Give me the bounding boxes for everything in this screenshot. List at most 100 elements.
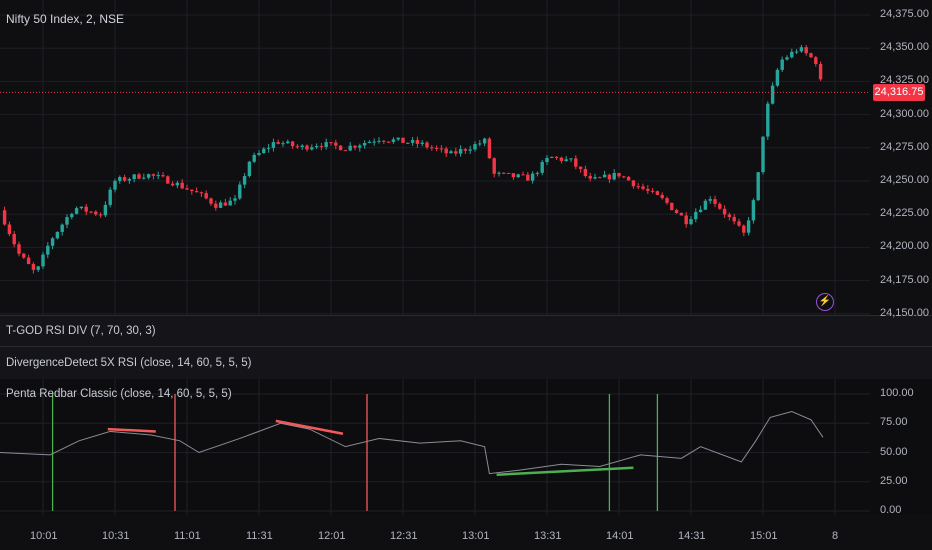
price-axis-label: 24,325.00 <box>880 74 929 87</box>
candle <box>727 214 732 218</box>
candle <box>574 158 578 167</box>
time-axis-label: 11:31 <box>246 530 273 542</box>
candle <box>276 142 280 144</box>
candle <box>684 215 688 225</box>
candle <box>60 224 64 232</box>
candle <box>223 202 228 206</box>
candle <box>146 174 151 178</box>
candle <box>348 145 352 151</box>
candle <box>266 147 271 149</box>
candle <box>17 244 21 254</box>
pane-tgod-rsi-div[interactable]: T-GOD RSI DIV (7, 70, 30, 3) <box>0 315 932 347</box>
candle <box>343 150 348 152</box>
candle <box>511 173 516 178</box>
candle <box>458 149 463 154</box>
candle <box>122 177 127 181</box>
lightning-icon[interactable]: ⚡ <box>816 293 834 311</box>
candle <box>578 166 583 170</box>
price-axis-label: 24,150.00 <box>880 306 929 319</box>
candle <box>161 175 165 177</box>
candle <box>516 174 520 178</box>
candle <box>559 157 564 161</box>
candle <box>790 51 794 58</box>
candle <box>689 219 693 225</box>
candle <box>506 172 511 174</box>
candle <box>703 200 708 210</box>
candle <box>286 141 290 144</box>
candle <box>554 156 559 158</box>
candle <box>334 142 338 146</box>
candle <box>214 203 218 208</box>
candle <box>670 202 674 211</box>
candle <box>142 177 146 179</box>
time-axis-label: 15:01 <box>750 530 778 542</box>
candle <box>468 149 472 151</box>
candle <box>329 142 333 144</box>
candle <box>132 174 136 180</box>
price-axis-label: 24,200.00 <box>880 240 929 253</box>
indicator-label[interactable]: T-GOD RSI DIV (7, 70, 30, 3) <box>6 325 156 337</box>
candle <box>113 180 117 190</box>
candle <box>271 142 276 148</box>
candle <box>295 146 300 148</box>
candle <box>55 231 60 239</box>
candle <box>612 173 616 180</box>
pane-divergence-detect[interactable]: DivergenceDetect 5X RSI (close, 14, 60, … <box>0 346 932 379</box>
candle <box>228 200 232 206</box>
candle <box>439 148 444 150</box>
candle <box>583 169 588 177</box>
candle <box>434 147 439 149</box>
candle <box>593 177 597 179</box>
candle <box>175 182 180 186</box>
current-price-badge: 24,316.75 <box>873 84 925 101</box>
candle <box>358 145 362 148</box>
candle <box>170 183 175 186</box>
time-axis-label: 12:31 <box>390 530 418 542</box>
candle <box>809 53 813 58</box>
candle <box>598 177 602 179</box>
candle <box>804 47 808 54</box>
candle <box>118 177 122 181</box>
price-chart[interactable] <box>0 0 932 550</box>
candle <box>319 146 324 148</box>
candle <box>622 176 626 178</box>
candle <box>626 176 631 181</box>
candle <box>444 148 448 154</box>
candle <box>526 174 530 181</box>
candle <box>569 158 573 160</box>
candle <box>770 85 775 104</box>
candle <box>540 162 544 173</box>
candle <box>535 172 540 174</box>
candle <box>794 51 799 53</box>
price-axis-label: 24,275.00 <box>880 140 929 153</box>
candle <box>238 184 242 199</box>
candle <box>698 209 703 212</box>
indicator-label-penta[interactable]: Penta Redbar Classic (close, 14, 60, 5, … <box>6 388 232 400</box>
candle <box>396 137 400 140</box>
time-axis-label: 14:01 <box>606 530 634 542</box>
candle <box>36 266 40 270</box>
rsi-axis-label: 50.00 <box>880 445 908 458</box>
candle <box>199 192 204 194</box>
price-axis-label: 24,225.00 <box>880 207 929 220</box>
candle <box>103 204 108 216</box>
time-axis-label: 12:01 <box>318 530 346 542</box>
candle <box>84 206 88 212</box>
indicator-label[interactable]: DivergenceDetect 5X RSI (close, 14, 60, … <box>6 357 251 369</box>
time-axis-label: 14:31 <box>678 530 706 542</box>
candle <box>646 188 650 191</box>
candle <box>607 174 612 180</box>
candle <box>382 140 386 142</box>
candle <box>367 141 372 144</box>
candle <box>775 69 780 86</box>
candle <box>655 191 660 195</box>
candle <box>449 151 453 154</box>
candle <box>127 179 132 181</box>
candle <box>737 221 741 226</box>
candle <box>756 172 760 201</box>
candle <box>415 140 420 144</box>
candle <box>401 137 405 143</box>
candle <box>7 224 12 235</box>
candle <box>324 142 328 147</box>
price-axis-label: 24,350.00 <box>880 41 929 54</box>
